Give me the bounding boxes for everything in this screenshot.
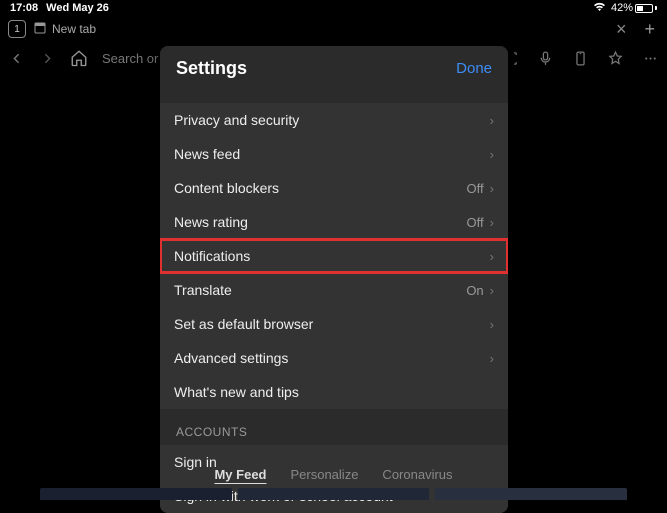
feed-thumb[interactable] (435, 488, 627, 500)
settings-row-content-blockers[interactable]: Content blockersOff › (160, 171, 508, 205)
row-value: Off (467, 215, 484, 230)
tab-personalize[interactable]: Personalize (290, 467, 358, 482)
row-label: Content blockers (174, 180, 467, 196)
row-value: On (466, 283, 483, 298)
done-button[interactable]: Done (456, 60, 492, 77)
chevron-right-icon: › (490, 249, 494, 264)
wifi-icon (593, 2, 606, 15)
row-label: News feed (174, 146, 490, 162)
row-label: News rating (174, 214, 467, 230)
settings-row-notifications[interactable]: Notifications› (160, 239, 508, 273)
add-tab-icon[interactable]: + (640, 19, 659, 40)
page-icon (34, 22, 46, 37)
settings-row-translate[interactable]: TranslateOn › (160, 273, 508, 307)
settings-row-advanced-settings[interactable]: Advanced settings› (160, 341, 508, 375)
chevron-right-icon: › (490, 181, 494, 196)
tab-bar: 1 New tab × + (0, 16, 667, 42)
home-icon[interactable] (70, 49, 88, 67)
chevron-right-icon: › (490, 283, 494, 298)
status-date: Wed May 26 (46, 2, 109, 14)
settings-header: Settings Done (160, 46, 508, 91)
battery-percent: 42% (611, 2, 633, 14)
chevron-right-icon: › (490, 317, 494, 332)
row-label: Translate (174, 282, 466, 298)
close-tab-icon[interactable]: × (610, 19, 633, 40)
status-bar: 17:08 Wed May 26 42% (0, 0, 667, 16)
chevron-right-icon: › (490, 215, 494, 230)
chevron-right-icon: › (490, 351, 494, 366)
mic-icon[interactable] (537, 50, 554, 67)
row-value: Off (467, 181, 484, 196)
feed-tabs: My Feed Personalize Coronavirus (214, 467, 452, 482)
row-label: What's new and tips (174, 384, 494, 400)
device-icon[interactable] (572, 50, 589, 67)
settings-panel: Settings Done Privacy and security›News … (160, 46, 508, 513)
settings-row-news-rating[interactable]: News ratingOff › (160, 205, 508, 239)
back-icon[interactable] (8, 50, 25, 67)
row-label: Privacy and security (174, 112, 490, 128)
battery-icon (635, 4, 653, 13)
settings-title: Settings (176, 58, 247, 79)
row-label: Set as default browser (174, 316, 490, 332)
accounts-section-header: ACCOUNTS (160, 409, 508, 445)
tab-count-button[interactable]: 1 (8, 20, 26, 38)
tab-count-value: 1 (14, 24, 20, 35)
settings-row-set-as-default-browser[interactable]: Set as default browser› (160, 307, 508, 341)
forward-icon[interactable] (39, 50, 56, 67)
tab-my-feed[interactable]: My Feed (214, 467, 266, 482)
tab-label: New tab (52, 22, 96, 36)
chevron-right-icon: › (490, 147, 494, 162)
settings-row-what-s-new-and-tips[interactable]: What's new and tips (160, 375, 508, 409)
favorite-icon[interactable] (607, 50, 624, 67)
more-icon[interactable] (642, 50, 659, 67)
tab-coronavirus[interactable]: Coronavirus (382, 467, 452, 482)
settings-row-news-feed[interactable]: News feed› (160, 137, 508, 171)
feed-thumbnails (0, 488, 667, 500)
row-label: Advanced settings (174, 350, 490, 366)
chevron-right-icon: › (490, 113, 494, 128)
tab-new[interactable]: New tab (34, 22, 96, 37)
feed-thumb[interactable] (238, 488, 430, 500)
settings-row-privacy-and-security[interactable]: Privacy and security› (160, 103, 508, 137)
row-label: Notifications (174, 248, 490, 264)
feed-thumb[interactable] (40, 488, 232, 500)
status-time: 17:08 (10, 2, 38, 14)
